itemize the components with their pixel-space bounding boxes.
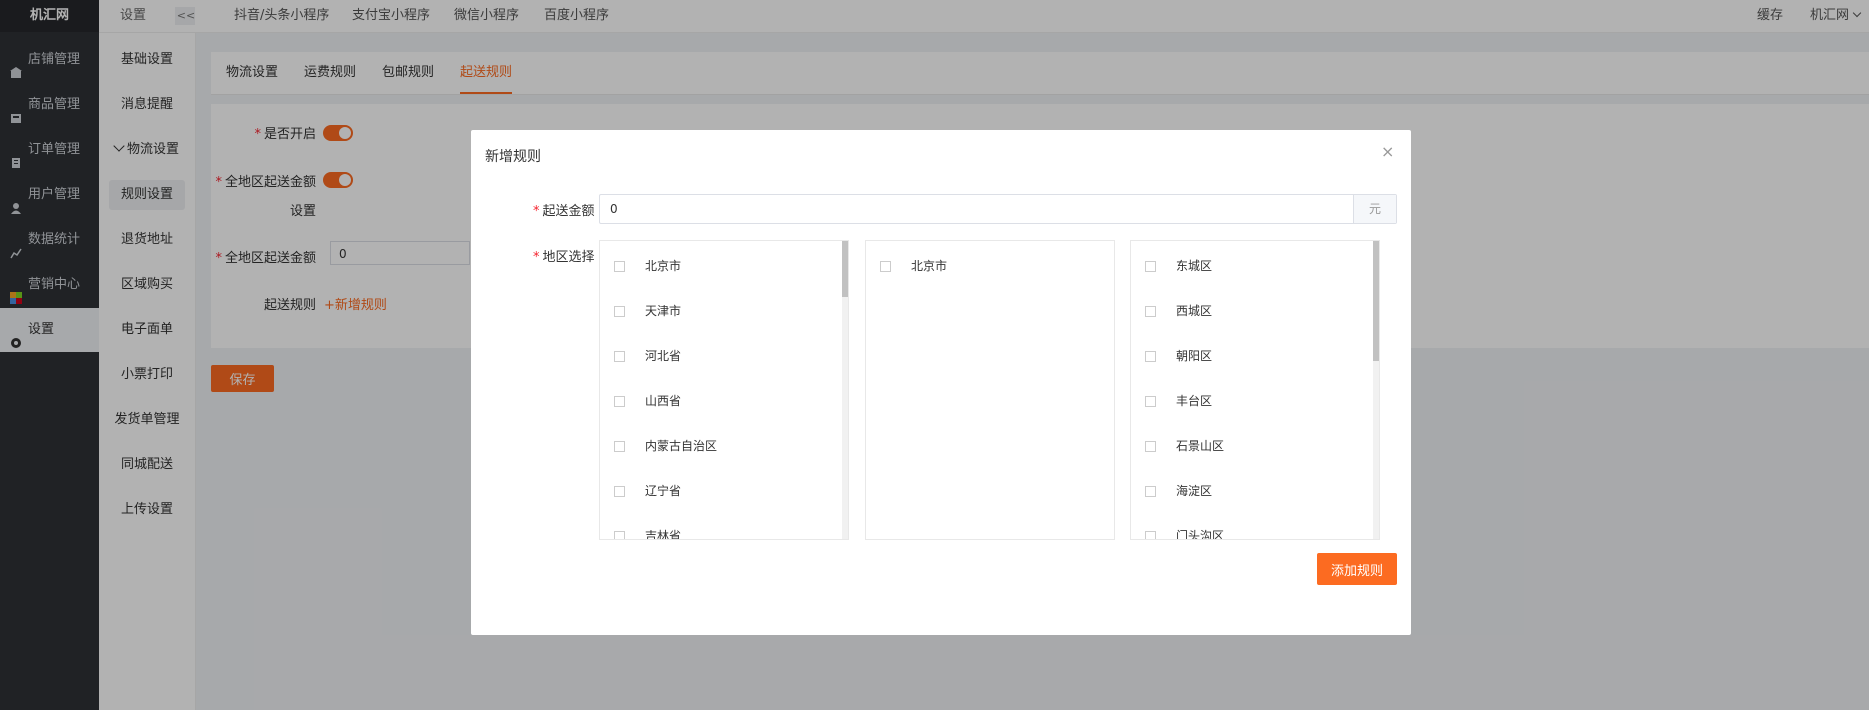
close-icon[interactable]: × xyxy=(1381,142,1394,161)
list-item[interactable]: 门头沟区 xyxy=(1131,526,1371,539)
checkbox[interactable] xyxy=(614,530,625,539)
currency-suffix: 元 xyxy=(1353,195,1396,223)
amount-field: 元 xyxy=(599,194,1397,224)
checkbox[interactable] xyxy=(614,350,625,362)
list-item[interactable]: 海淀区 xyxy=(1131,481,1371,501)
checkbox[interactable] xyxy=(614,260,625,272)
checkbox[interactable] xyxy=(1145,260,1156,272)
scrollbar[interactable] xyxy=(842,241,848,539)
list-item[interactable]: 北京市 xyxy=(866,256,1106,276)
checkbox[interactable] xyxy=(1145,530,1156,539)
list-item[interactable]: 朝阳区 xyxy=(1131,346,1371,366)
province-list[interactable]: 北京市 天津市 河北省 山西省 内蒙古自治区 辽宁省 吉林省 xyxy=(599,240,849,540)
checkbox[interactable] xyxy=(614,485,625,497)
city-list[interactable]: 北京市 xyxy=(865,240,1115,540)
amount-label: * 起送金额 xyxy=(533,204,595,219)
dialog-title: 新增规则 xyxy=(485,149,541,165)
checkbox[interactable] xyxy=(1145,395,1156,407)
add-rule-button[interactable]: 添加规则 xyxy=(1317,553,1397,585)
list-item[interactable]: 河北省 xyxy=(600,346,840,366)
checkbox[interactable] xyxy=(614,440,625,452)
checkbox[interactable] xyxy=(1145,350,1156,362)
checkbox[interactable] xyxy=(1145,440,1156,452)
district-list[interactable]: 东城区 西城区 朝阳区 丰台区 石景山区 海淀区 门头沟区 xyxy=(1130,240,1380,540)
list-item[interactable]: 天津市 xyxy=(600,301,840,321)
region-label: * 地区选择 xyxy=(533,250,595,265)
list-item[interactable]: 吉林省 xyxy=(600,526,840,539)
checkbox[interactable] xyxy=(1145,485,1156,497)
checkbox[interactable] xyxy=(614,395,625,407)
list-item[interactable]: 石景山区 xyxy=(1131,436,1371,456)
scrollbar[interactable] xyxy=(1373,241,1379,539)
list-item[interactable]: 山西省 xyxy=(600,391,840,411)
scrollbar-thumb[interactable] xyxy=(1373,241,1379,361)
checkbox[interactable] xyxy=(614,305,625,317)
list-item[interactable]: 辽宁省 xyxy=(600,481,840,501)
scrollbar-thumb[interactable] xyxy=(842,241,848,297)
checkbox[interactable] xyxy=(1145,305,1156,317)
list-item[interactable]: 北京市 xyxy=(600,256,840,276)
list-item[interactable]: 东城区 xyxy=(1131,256,1371,276)
list-item[interactable]: 丰台区 xyxy=(1131,391,1371,411)
list-item[interactable]: 西城区 xyxy=(1131,301,1371,321)
add-rule-dialog: 新增规则 × *起送金额 元 *地区选择 北京市 天津市 河北省 山西省 内蒙古… xyxy=(471,130,1411,635)
amount-input[interactable] xyxy=(600,195,1354,223)
list-item[interactable]: 内蒙古自治区 xyxy=(600,436,840,456)
checkbox[interactable] xyxy=(880,260,891,272)
